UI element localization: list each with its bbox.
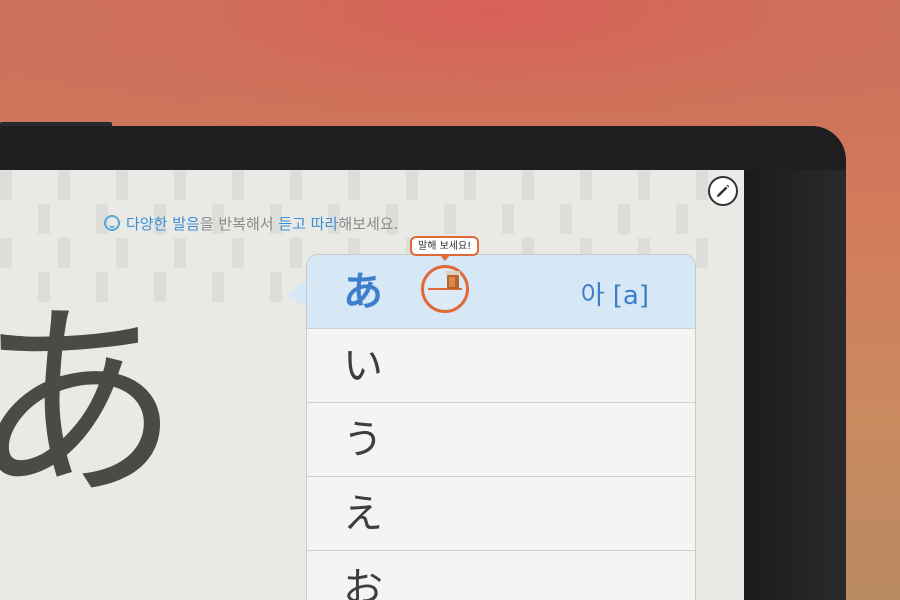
kana-row[interactable]: お bbox=[307, 551, 695, 600]
background-blur bbox=[0, 0, 900, 140]
instruction-highlight: 발음 bbox=[172, 214, 200, 233]
panel-pointer bbox=[286, 280, 308, 308]
kana-row[interactable]: う bbox=[307, 403, 695, 477]
instruction-highlight: 따라 bbox=[310, 214, 339, 233]
instruction-text: 다양한 발음을 반복해서 듣고 따라해보세요. bbox=[104, 212, 398, 234]
kana-char: い bbox=[343, 342, 383, 389]
large-kana-display: あ bbox=[0, 282, 181, 527]
instruction-plain: 해보세요. bbox=[338, 214, 399, 233]
edit-button[interactable] bbox=[708, 176, 738, 206]
kana-char: う bbox=[343, 416, 383, 463]
kana-char: お bbox=[343, 564, 383, 600]
instruction-highlight: 다양한 bbox=[126, 214, 168, 233]
kana-row[interactable]: え bbox=[307, 477, 695, 551]
speak-tooltip: 말해 보세요! bbox=[410, 236, 480, 261]
pencil-icon bbox=[716, 184, 730, 198]
kana-row[interactable]: い bbox=[307, 329, 695, 403]
kana-list-panel: あ 아 [a] い う え お bbox=[306, 254, 696, 600]
instruction-plain: 을 반복해서 bbox=[199, 214, 274, 233]
tablet-bezel bbox=[744, 170, 846, 600]
decorative-pattern bbox=[0, 170, 744, 200]
smiley-icon bbox=[104, 215, 120, 231]
kana-char: え bbox=[343, 490, 383, 537]
kana-row-selected[interactable]: あ 아 [a] bbox=[307, 255, 695, 329]
instruction-highlight: 듣고 bbox=[278, 214, 306, 233]
kana-reading: 아 [a] bbox=[580, 281, 649, 311]
microphone-icon bbox=[446, 271, 460, 289]
kana-char: あ bbox=[343, 268, 383, 315]
